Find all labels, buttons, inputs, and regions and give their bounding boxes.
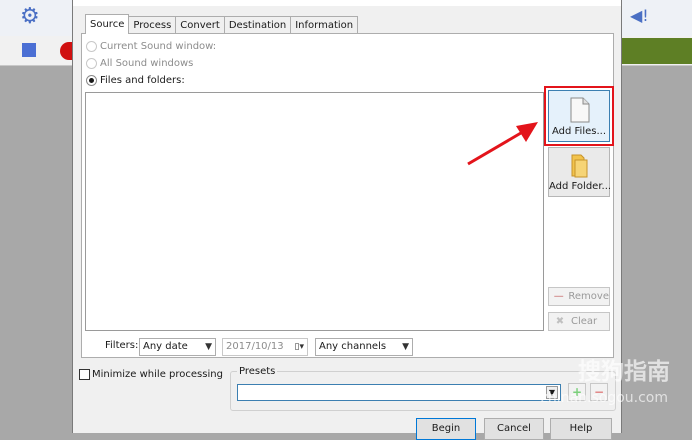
dialog-titlebar (73, 0, 621, 6)
minimize-checkbox[interactable] (79, 369, 90, 380)
clear-label: Clear (571, 316, 598, 327)
eraser-icon: ✖ (555, 316, 565, 327)
add-folder-label: Add Folder... (549, 181, 612, 192)
minus-icon: — (553, 291, 564, 302)
begin-button[interactable]: Begin (416, 418, 476, 440)
annotation-arrow (467, 122, 538, 166)
tab-source[interactable]: Source (85, 14, 130, 34)
watermark-logo: 搜狗指南 (578, 359, 670, 385)
radio-files-and-folders[interactable]: Files and folders: (86, 75, 185, 86)
clear-button[interactable]: ✖ Clear (548, 312, 610, 331)
radio-all-sound-windows[interactable]: All Sound windows (86, 58, 193, 69)
remove-button[interactable]: — Remove (548, 287, 610, 306)
radio-label: Files and folders: (100, 75, 185, 86)
add-files-button[interactable]: Add Files... (548, 90, 610, 142)
radio-label: All Sound windows (100, 58, 194, 69)
minimize-label: Minimize while processing (92, 369, 223, 380)
tab-information[interactable]: Information (290, 16, 359, 34)
help-button[interactable]: Help (550, 418, 612, 440)
presets-label: Presets (237, 366, 278, 377)
source-tab-panel: Current Sound window: All Sound windows … (81, 33, 614, 358)
cancel-button[interactable]: Cancel (484, 418, 544, 440)
folder-icon (571, 154, 588, 178)
channels-value: Any channels (319, 341, 387, 352)
remove-label: Remove (568, 291, 609, 302)
tab-strip: Source Process Convert Destination Infor… (85, 14, 359, 34)
document-icon (570, 97, 590, 123)
background-gear-icon: ⚙ (20, 4, 40, 29)
radio-button[interactable] (86, 41, 97, 52)
channels-select[interactable]: Any channels ▼ (315, 338, 413, 356)
date-filter-select[interactable]: Any date ▼ (139, 338, 216, 356)
chevron-down-icon: ▼ (402, 342, 409, 352)
background-stop-icon (22, 43, 36, 57)
tab-convert[interactable]: Convert (175, 16, 225, 34)
calendar-dropdown-icon: ▯▾ (294, 342, 304, 352)
radio-button[interactable] (86, 75, 97, 86)
radio-current-sound-window[interactable]: Current Sound window: (86, 41, 216, 52)
radio-label: Current Sound window: (100, 41, 217, 52)
date-filter-value: Any date (143, 341, 188, 352)
date-picker-value: 2017/10/13 (226, 341, 284, 352)
add-folder-button[interactable]: Add Folder... (548, 147, 612, 197)
watermark-url: zhinan.sogou.com (540, 390, 668, 406)
filters-label: Filters: (105, 340, 139, 351)
radio-button[interactable] (86, 58, 97, 69)
add-files-label: Add Files... (551, 126, 607, 137)
batch-processing-dialog: Source Process Convert Destination Infor… (72, 0, 622, 440)
presets-select[interactable]: ▼ (237, 384, 561, 401)
tab-process[interactable]: Process (128, 16, 177, 34)
background-green-panel (622, 38, 692, 64)
chevron-down-icon: ▼ (205, 342, 212, 352)
date-picker[interactable]: 2017/10/13 ▯▾ (222, 338, 308, 356)
background-volume-icon: ◀! (630, 6, 649, 25)
filters-row: Filters: Any date ▼ 2017/10/13 ▯▾ Any ch… (82, 337, 613, 359)
tab-destination[interactable]: Destination (223, 16, 292, 34)
